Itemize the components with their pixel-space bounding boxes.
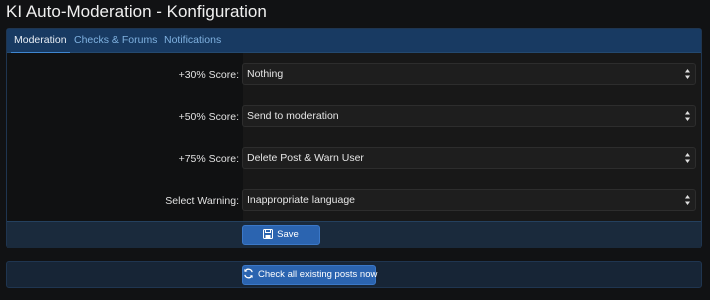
config-panel: Moderation Checks & Forums Notifications… [6, 28, 702, 248]
form-footer: Save [7, 221, 701, 248]
save-button[interactable]: Save [242, 225, 320, 245]
score-30-select-value: Nothing [247, 68, 284, 80]
score-50-select-value: Send to moderation [247, 110, 339, 122]
score-50-select[interactable]: Send to moderation [242, 105, 696, 127]
tab-bar: Moderation Checks & Forums Notifications [7, 29, 701, 54]
page-title: KI Auto-Moderation - Konfiguration [6, 2, 267, 21]
select-warning-select-value: Inappropriate language [247, 194, 356, 206]
tab-moderation[interactable]: Moderation [11, 29, 70, 54]
refresh-icon [244, 268, 253, 279]
tab-notifications[interactable]: Notifications [164, 29, 221, 53]
tab-checks-forums[interactable]: Checks & Forums [74, 29, 157, 53]
form-body: +30% Score: Nothing +50% Score: Send to … [7, 53, 701, 221]
score-30-select[interactable]: Nothing [242, 63, 696, 85]
check-all-posts-button[interactable]: Check all existing posts now [242, 265, 378, 285]
score-30-label: +30% Score: [178, 69, 239, 81]
score-50-label: +50% Score: [178, 111, 239, 123]
sort-arrows-icon [685, 69, 690, 79]
save-button-label: Save [277, 229, 299, 240]
sort-arrows-icon [685, 111, 690, 121]
sort-arrows-icon [685, 195, 690, 205]
check-all-posts-label: Check all existing posts now [258, 269, 378, 280]
score-75-select[interactable]: Delete Post & Warn User [242, 147, 696, 169]
score-75-select-value: Delete Post & Warn User [247, 152, 364, 164]
check-panel: Check all existing posts now [6, 261, 702, 288]
floppy-disk-icon [263, 229, 274, 239]
select-warning-label: Select Warning: [165, 195, 239, 207]
score-75-label: +75% Score: [178, 153, 239, 165]
sort-arrows-icon [685, 153, 690, 163]
select-warning-select[interactable]: Inappropriate language [242, 189, 696, 211]
